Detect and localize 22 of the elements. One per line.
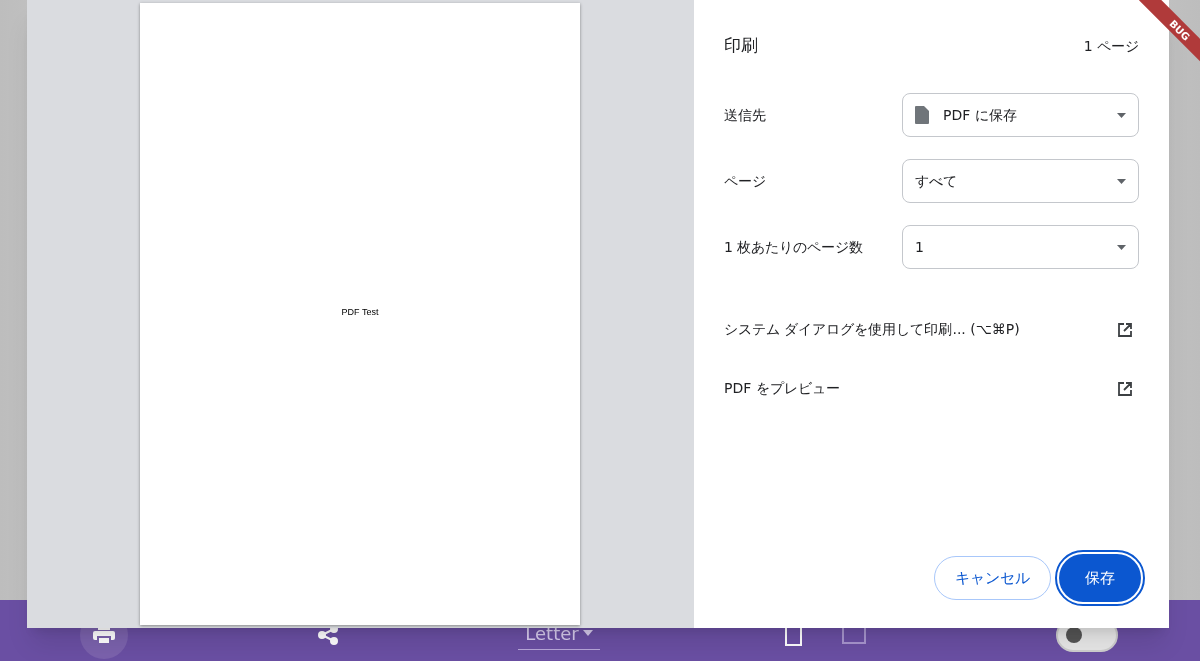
cancel-button[interactable]: キャンセル [934, 556, 1051, 600]
dropdown-value: すべて [915, 171, 958, 191]
caret-icon [1117, 112, 1126, 118]
page-text: PDF Test [341, 306, 379, 320]
setting-dropdown[interactable]: すべて [902, 159, 1139, 203]
caret-icon [1117, 178, 1126, 184]
setting-label: 1 枚あたりのページ数 [724, 238, 864, 257]
setting-label: ページ [724, 172, 767, 191]
open-in-new-icon [1117, 321, 1133, 338]
open-in-new-icon [1117, 380, 1133, 397]
dialog-title: 印刷 [724, 34, 758, 58]
caret-icon [582, 630, 593, 636]
caret-icon [1117, 244, 1126, 250]
dialog-link[interactable]: システム ダイアログを使用して印刷... (⌥⌘P) [724, 319, 1139, 340]
dialog-link[interactable]: PDF をプレビュー [724, 378, 1139, 399]
dropdown-value: 1 [915, 237, 925, 257]
page-count: 1 ページ [1083, 36, 1139, 56]
dropdown-value: PDF に保存 [943, 105, 1018, 125]
file-icon [915, 106, 929, 124]
setting-dropdown[interactable]: 1 [902, 225, 1139, 269]
setting-label: 送信先 [724, 106, 767, 125]
setting-dropdown[interactable]: PDF に保存 [902, 93, 1139, 137]
